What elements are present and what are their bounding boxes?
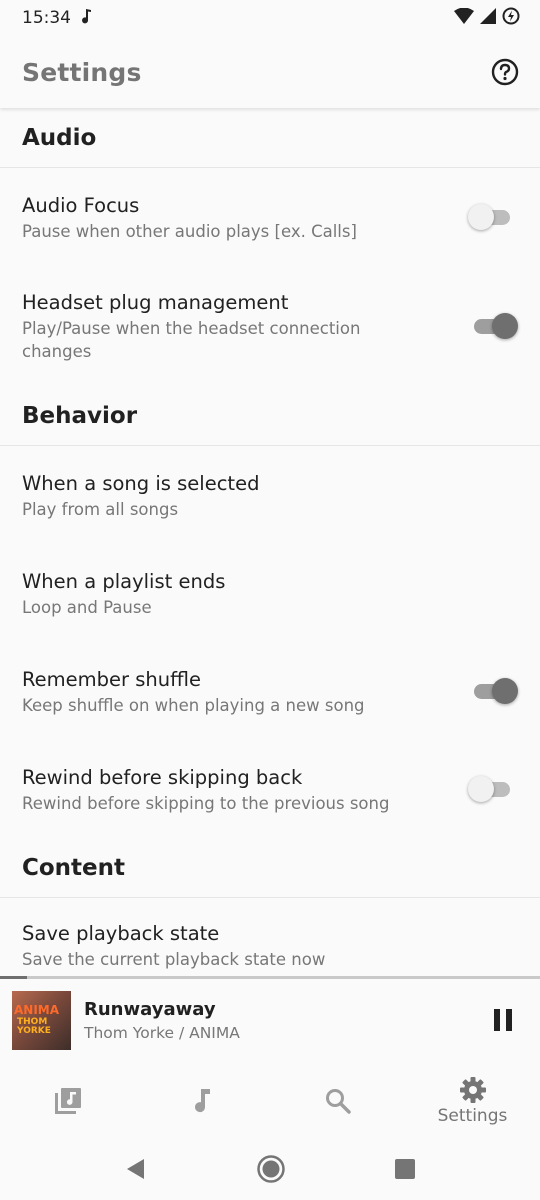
nav-settings[interactable]: Settings [405,1061,540,1141]
help-icon [491,58,519,86]
pref-title: When a song is selected [22,471,260,495]
gear-icon [459,1077,486,1103]
album-art-title: ANIMA [14,1002,60,1017]
pref-playlist-ends[interactable]: When a playlist ends Loop and Pause [0,544,540,642]
pref-summary: Loop and Pause [22,597,152,617]
battery-saver-icon [502,7,520,29]
pref-summary: Rewind before skipping to the previous s… [22,793,390,813]
rewind-toggle[interactable] [468,774,516,804]
back-triangle-icon [127,1158,144,1179]
music-note-icon [81,8,93,29]
recents-button[interactable] [394,1158,416,1184]
nav-songs[interactable] [135,1061,270,1141]
cell-signal-icon [480,8,496,28]
app-bar: Settings [0,36,540,108]
pause-button[interactable] [488,1005,518,1035]
pref-title: Save playback state [22,922,220,945]
pref-save-playback-state[interactable]: Save playback state Save the current pla… [0,898,540,978]
pref-title: Remember shuffle [22,667,201,691]
pref-summary: Save the current playback state now [22,950,326,969]
settings-list[interactable]: Audio Audio Focus Pause when other audio… [0,108,540,978]
pref-headset-plug[interactable]: Headset plug management Play/Pause when … [0,266,540,386]
pref-rewind-before-skip[interactable]: Rewind before skipping back Rewind befor… [0,740,540,838]
album-art: ANIMA THOM YORKE [12,990,71,1050]
back-button[interactable] [124,1157,148,1185]
section-header-content: Content [0,838,540,898]
pref-title: Rewind before skipping back [22,765,303,789]
audio-focus-toggle[interactable] [468,202,516,232]
status-bar: 15:34 [0,0,540,36]
library-music-icon [54,1088,81,1114]
pref-title: Headset plug management [22,291,289,314]
pause-icon [494,1009,512,1031]
pref-audio-focus[interactable]: Audio Focus Pause when other audio plays… [0,168,540,266]
pref-title: When a playlist ends [22,569,226,593]
section-header-audio: Audio [0,108,540,168]
pref-summary: Pause when other audio plays [ex. Calls] [22,221,357,241]
mini-player[interactable]: ANIMA THOM YORKE Runwayaway Thom Yorke /… [0,979,540,1061]
pref-summary: Play/Pause when the headset connection c… [22,319,361,361]
wifi-icon [454,7,474,28]
nav-library[interactable] [0,1061,135,1141]
nav-settings-label: Settings [437,1106,508,1126]
home-circle-icon [257,1154,285,1183]
help-button[interactable] [488,55,522,89]
track-title: Runwayaway [84,998,216,1020]
album-art-subtitle: THOM YORKE [17,1016,51,1036]
nav-search[interactable] [270,1061,405,1141]
headset-toggle[interactable] [468,311,518,341]
remember-shuffle-toggle[interactable] [468,676,518,706]
pref-summary: Keep shuffle on when playing a new song [22,695,365,715]
pref-title: Audio Focus [22,193,140,217]
track-artist: Thom Yorke / ANIMA [84,1023,240,1042]
system-navigation-bar [0,1141,540,1200]
pref-summary: Play from all songs [22,499,179,519]
pref-song-selected[interactable]: When a song is selected Play from all so… [0,446,540,544]
status-time: 15:34 [22,8,71,28]
bottom-navigation: Settings [0,1061,540,1141]
search-icon [325,1089,351,1114]
section-header-behavior: Behavior [0,386,540,446]
pref-remember-shuffle[interactable]: Remember shuffle Keep shuffle on when pl… [0,642,540,740]
home-button[interactable] [256,1154,286,1188]
recents-square-icon [395,1158,415,1179]
page-title: Settings [22,57,142,87]
music-note-icon [194,1089,210,1113]
